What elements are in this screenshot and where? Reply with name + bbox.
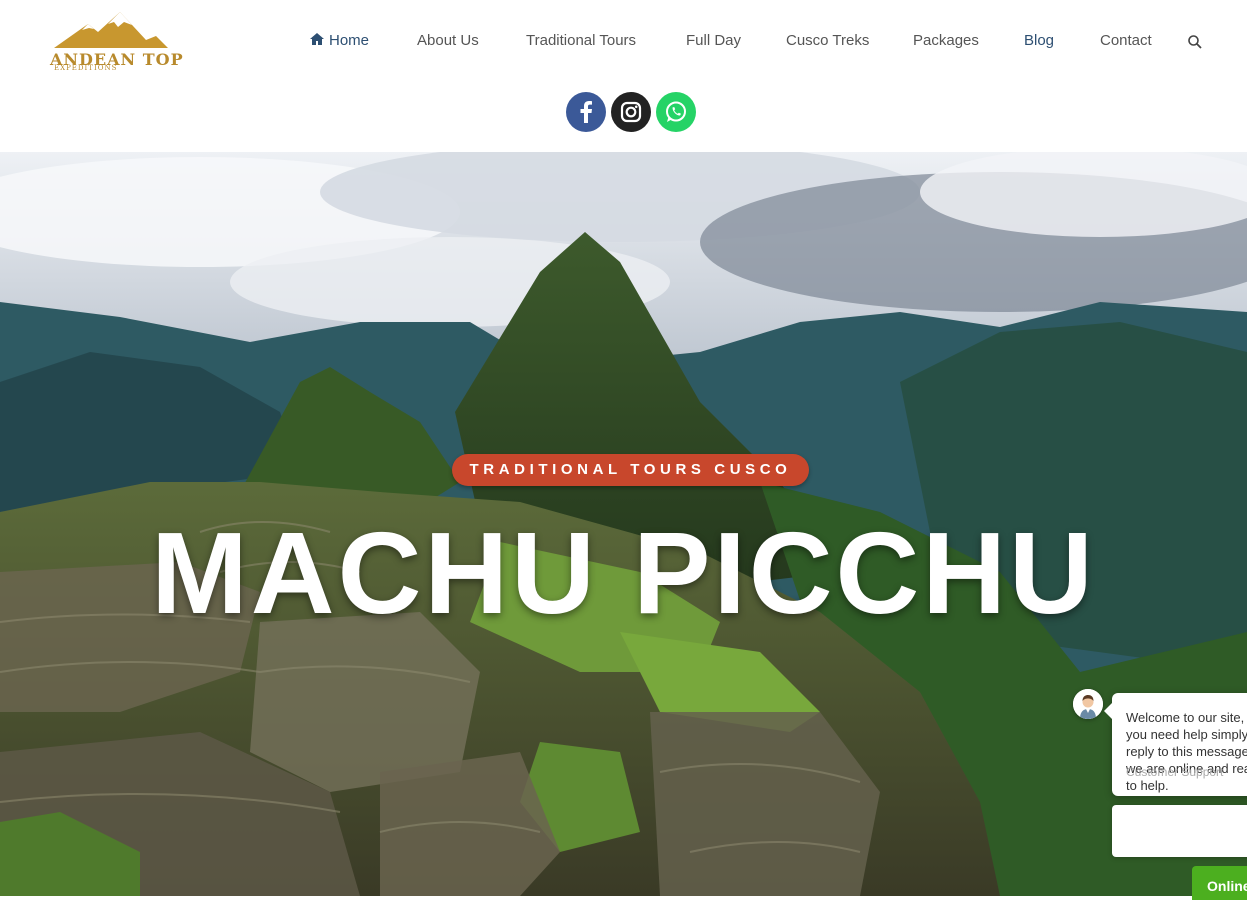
nav-blog[interactable]: Blog (1024, 30, 1054, 52)
facebook-icon (580, 101, 592, 123)
support-avatar[interactable] (1073, 689, 1103, 719)
whatsapp-button[interactable] (656, 92, 696, 132)
brand-tagline: EXPEDITIONS (54, 64, 118, 72)
hero-banner: TRADITIONAL TOURS CUSCO MACHU PICCHU (0, 152, 1247, 896)
home-icon (310, 33, 324, 45)
chat-welcome-bubble[interactable]: Welcome to our site, if you need help si… (1104, 693, 1247, 796)
facebook-button[interactable] (566, 92, 606, 132)
chat-status-button[interactable]: Online (1192, 866, 1247, 900)
instagram-button[interactable] (611, 92, 651, 132)
hero-title: MACHU PICCHU (151, 508, 1096, 638)
chat-sender-name: Customer Support (1126, 765, 1224, 779)
nav-cusco-treks[interactable]: Cusco Treks (786, 30, 869, 52)
nav-home[interactable]: Home (310, 30, 369, 52)
site-header: ANDEAN TOP EXPEDITIONS Home About Us Tra… (0, 0, 1247, 152)
chat-reply-input[interactable] (1112, 805, 1247, 857)
whatsapp-icon (666, 101, 686, 122)
nav-contact[interactable]: Contact (1100, 30, 1152, 52)
nav-traditional-tours[interactable]: Traditional Tours (526, 30, 636, 52)
nav-packages[interactable]: Packages (913, 30, 979, 52)
nav-about-us[interactable]: About Us (417, 30, 479, 52)
nav-home-label: Home (329, 32, 370, 49)
chat-welcome-message: Welcome to our site, if you need help si… (1126, 710, 1247, 793)
search-icon[interactable] (1187, 34, 1203, 50)
hero-badge: TRADITIONAL TOURS CUSCO (452, 454, 809, 486)
person-icon (1073, 689, 1103, 719)
main-nav: Home About Us Traditional Tours Full Day… (0, 30, 1247, 52)
instagram-icon (620, 101, 642, 123)
nav-full-day[interactable]: Full Day (686, 30, 741, 52)
